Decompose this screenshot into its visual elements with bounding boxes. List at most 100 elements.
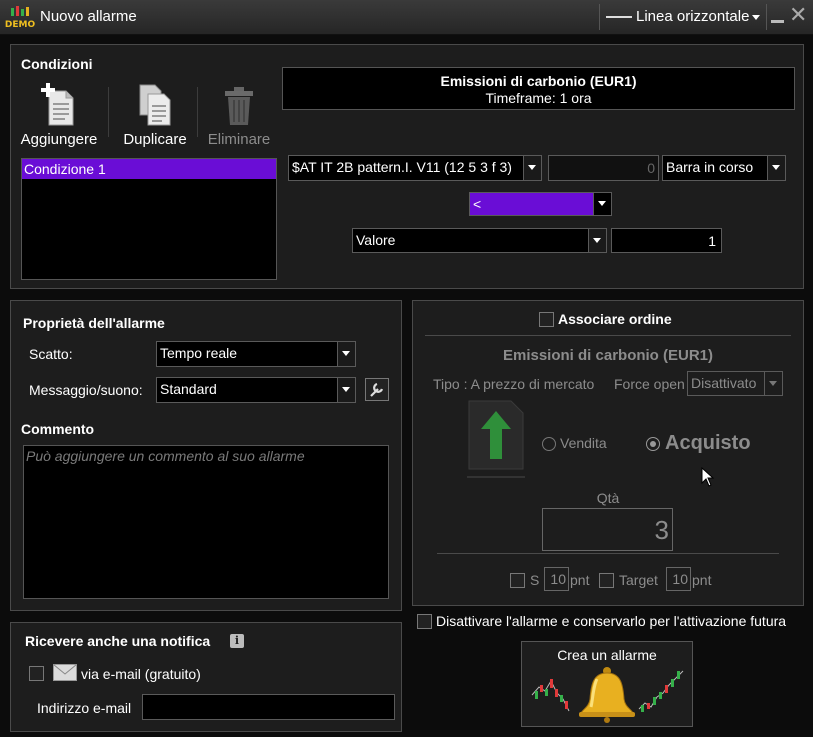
divider [425, 335, 791, 336]
instrument-name: Emissioni di carbonio (EUR1) [440, 73, 637, 89]
window-title: Nuovo allarme [40, 8, 137, 25]
message-label: Messaggio/suono: [29, 382, 143, 398]
conditions-header: Condizioni [21, 56, 93, 72]
qty-label: Qtà [596, 490, 620, 506]
radio-dot [650, 441, 656, 447]
chevron-down-icon [769, 381, 777, 386]
trigger-value: Tempo reale [160, 345, 238, 361]
comment-textarea[interactable]: Può aggiungere un commento al suo allarm… [23, 445, 389, 599]
instrument-timeframe: Timeframe: 1 ora [485, 90, 592, 106]
chevron-down-icon [598, 201, 606, 206]
disable-alarm-checkbox[interactable] [417, 614, 432, 629]
sell-radio[interactable] [542, 437, 556, 451]
divider [437, 553, 779, 554]
operator-select[interactable]: < [469, 192, 612, 216]
create-alarm-label: Crea un allarme [557, 647, 657, 663]
compare-type-value: Valore [356, 232, 396, 248]
order-instrument: Emissioni di carbonio (EUR1) [502, 347, 714, 364]
toolbar-separator [197, 87, 198, 137]
demo-logo-text: DEMO [5, 20, 35, 30]
alarm-properties-panel: Proprietà dell'allarme Scatto: Tempo rea… [10, 300, 402, 611]
envelope-icon [53, 664, 77, 681]
buy-label: Acquisto [665, 432, 751, 454]
target-value: 10 [672, 571, 688, 587]
target-checkbox[interactable] [599, 573, 614, 588]
trigger-select[interactable]: Tempo reale [156, 341, 356, 367]
info-icon[interactable]: i [230, 634, 244, 648]
dropdown-arrow [337, 378, 355, 402]
offset-value: 0 [647, 160, 655, 176]
chevron-down-icon [593, 238, 601, 243]
email-address-input[interactable] [142, 694, 395, 720]
dropdown-arrow [593, 193, 611, 215]
chevron-down-icon [342, 351, 350, 356]
stop-checkbox[interactable] [510, 573, 525, 588]
associate-order-panel: Associare ordine Emissioni di carbonio (… [412, 300, 804, 606]
order-type-label: Tipo : A prezzo di mercato [433, 376, 595, 392]
condition-list-item[interactable]: Condizione 1 [22, 159, 276, 179]
message-value: Standard [160, 381, 217, 397]
condition-list[interactable]: Condizione 1 [21, 158, 277, 280]
stop-unit: pnt [570, 572, 590, 588]
dropdown-arrow [523, 156, 541, 180]
documents-icon [139, 84, 171, 126]
title-bar: DEMO Nuovo allarme Linea orizzontale ✕ [0, 0, 813, 35]
email-address-label: Indirizzo e-mail [37, 700, 132, 716]
email-notify-checkbox[interactable] [29, 666, 44, 681]
dropdown-arrow [764, 372, 782, 395]
message-select[interactable]: Standard [156, 377, 356, 403]
chevron-down-icon [752, 15, 760, 20]
duplicate-condition-label: Duplicare [123, 131, 187, 148]
add-condition-label: Aggiungere [20, 131, 98, 148]
bar-select[interactable]: Barra in corso [662, 155, 786, 181]
email-option-label: via e-mail (gratuito) [81, 666, 201, 682]
comment-header: Commento [21, 421, 95, 437]
stop-input[interactable]: 10 [544, 567, 569, 591]
add-condition-button[interactable]: Aggiungere [19, 83, 99, 148]
instrument-info-box: Emissioni di carbonio (EUR1) Timeframe: … [282, 67, 795, 110]
disable-alarm-label: Disattivare l'allarme e conservarlo per … [436, 613, 787, 629]
offset-input[interactable]: 0 [548, 155, 659, 181]
line-type-select[interactable]: Linea orizzontale [599, 4, 767, 30]
associate-order-label: Associare ordine [558, 311, 672, 327]
force-open-label: Force open [614, 376, 685, 392]
force-open-value: Disattivato [691, 375, 757, 391]
close-button[interactable]: ✕ [789, 4, 807, 26]
line-type-value: Linea orizzontale [636, 8, 750, 25]
demo-logo: DEMO [5, 6, 35, 30]
sell-label: Vendita [560, 435, 607, 451]
indicator-select[interactable]: $AT IT 2B pattern.I. V11 (12 5 3 f 3) [288, 155, 542, 181]
delete-condition-label: Eliminare [207, 131, 271, 148]
create-alarm-button[interactable]: Crea un allarme [521, 641, 693, 727]
stop-label: S [530, 572, 540, 588]
bell-icon [531, 667, 684, 723]
duplicate-condition-button[interactable]: Duplicare [115, 83, 195, 148]
comment-placeholder: Può aggiungere un commento al suo allarm… [26, 448, 305, 464]
properties-header: Proprietà dell'allarme [23, 315, 165, 331]
dropdown-arrow [337, 342, 355, 366]
green-up-arrow-icon[interactable] [467, 399, 525, 479]
chevron-down-icon [772, 165, 780, 170]
target-input[interactable]: 10 [666, 567, 691, 591]
mouse-cursor-icon [701, 467, 715, 487]
conditions-panel: Condizioni Aggiungere Duplicare Eliminar… [10, 44, 804, 289]
info-icon-symbol: i [234, 634, 240, 647]
force-open-select[interactable]: Disattivato [687, 371, 783, 396]
sound-settings-button[interactable] [365, 378, 389, 401]
notify-header: Ricevere anche una notifica [25, 633, 211, 649]
qty-value: 3 [654, 515, 669, 545]
minimize-button[interactable] [771, 20, 784, 23]
compare-value-input[interactable]: 1 [611, 228, 722, 253]
chevron-down-icon [342, 387, 350, 392]
indicator-value: $AT IT 2B pattern.I. V11 (12 5 3 f 3) [292, 159, 512, 175]
compare-type-select[interactable]: Valore [352, 228, 607, 253]
buy-radio[interactable] [646, 437, 660, 451]
delete-condition-button[interactable]: Eliminare [199, 83, 279, 148]
target-label: Target [619, 572, 658, 588]
document-plus-icon [41, 83, 74, 126]
associate-order-checkbox[interactable] [539, 312, 554, 327]
line-dash-icon [606, 16, 632, 19]
qty-input[interactable]: 3 [542, 508, 673, 551]
compare-value: 1 [708, 233, 716, 249]
target-unit: pnt [692, 572, 712, 588]
